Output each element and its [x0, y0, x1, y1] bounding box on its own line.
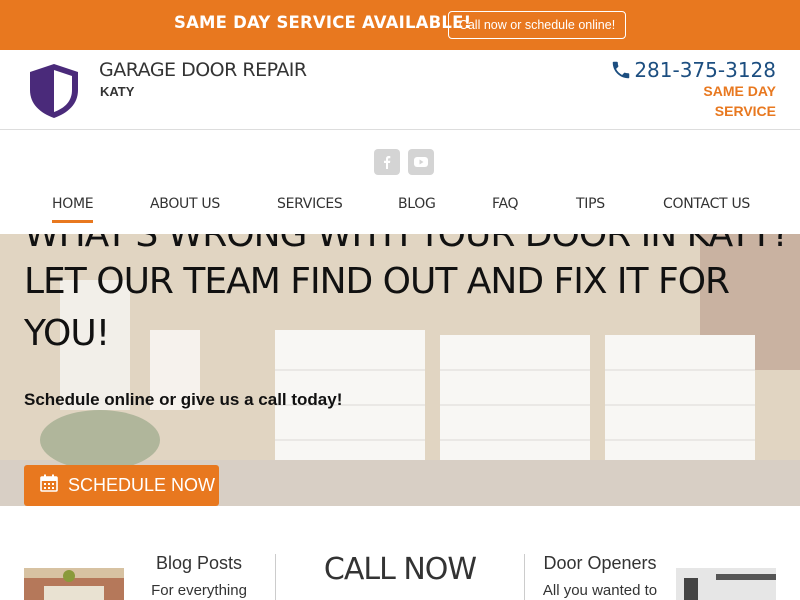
- same-day-service-label: SAME DAY SERVICE: [703, 83, 776, 119]
- blog-posts-title[interactable]: Blog Posts: [134, 553, 264, 574]
- blog-thumbnail-image[interactable]: [24, 568, 124, 600]
- phone-link[interactable]: 281-375-3128: [610, 58, 776, 82]
- hero-headline-line: YOU!: [24, 313, 110, 354]
- column-divider: [275, 554, 276, 600]
- youtube-icon[interactable]: [408, 149, 434, 175]
- blog-posts-text: For everything: [151, 582, 247, 599]
- phone-number: 281-375-3128: [634, 58, 776, 82]
- nav-home[interactable]: HOME: [52, 196, 94, 223]
- nav-tips[interactable]: TIPS: [576, 196, 605, 212]
- announcement-bar: SAME DAY SERVICE AVAILABLE! Call now or …: [0, 0, 800, 50]
- door-openers-title[interactable]: Door Openers: [535, 553, 665, 574]
- column-divider: [524, 554, 525, 600]
- hero-headline: LET OUR TEAM FIND OUT AND FIX IT FOR YOU…: [24, 256, 764, 360]
- nav-about-us[interactable]: ABOUT US: [150, 196, 220, 212]
- nav-services[interactable]: SERVICES: [277, 196, 343, 212]
- facebook-icon[interactable]: [374, 149, 400, 175]
- schedule-now-label: SCHEDULE NOW: [68, 475, 216, 495]
- hero-subline: Schedule online or give us a call today!: [24, 390, 343, 409]
- brand-title[interactable]: GARAGE DOOR REPAIR: [99, 59, 307, 81]
- feature-columns: Blog Posts For everything CALL NOW Door …: [0, 506, 800, 600]
- calendar-icon: [40, 474, 58, 497]
- nav-contact-us[interactable]: CONTACT US: [663, 196, 750, 212]
- door-opener-thumbnail-image[interactable]: [676, 568, 776, 600]
- nav-faq[interactable]: FAQ: [492, 196, 519, 212]
- main-navigation: HOME ABOUT US SERVICES BLOG FAQ TIPS CON…: [0, 130, 800, 234]
- announcement-text: SAME DAY SERVICE AVAILABLE!: [174, 13, 472, 32]
- hero-headline-line: LET OUR TEAM FIND OUT AND FIX IT FOR: [24, 261, 730, 302]
- shield-logo-icon[interactable]: [26, 62, 82, 125]
- call-now-heading[interactable]: CALL NOW: [290, 552, 510, 587]
- door-openers-text: All you wanted to: [542, 582, 658, 599]
- call-schedule-button[interactable]: Call now or schedule online!: [448, 11, 626, 39]
- brand-subtitle: KATY: [100, 84, 135, 99]
- nav-blog[interactable]: BLOG: [398, 196, 436, 212]
- phone-icon: [610, 59, 632, 81]
- site-header: GARAGE DOOR REPAIR KATY 281-375-3128 SAM…: [0, 50, 800, 130]
- schedule-now-button[interactable]: SCHEDULE NOW: [24, 465, 219, 506]
